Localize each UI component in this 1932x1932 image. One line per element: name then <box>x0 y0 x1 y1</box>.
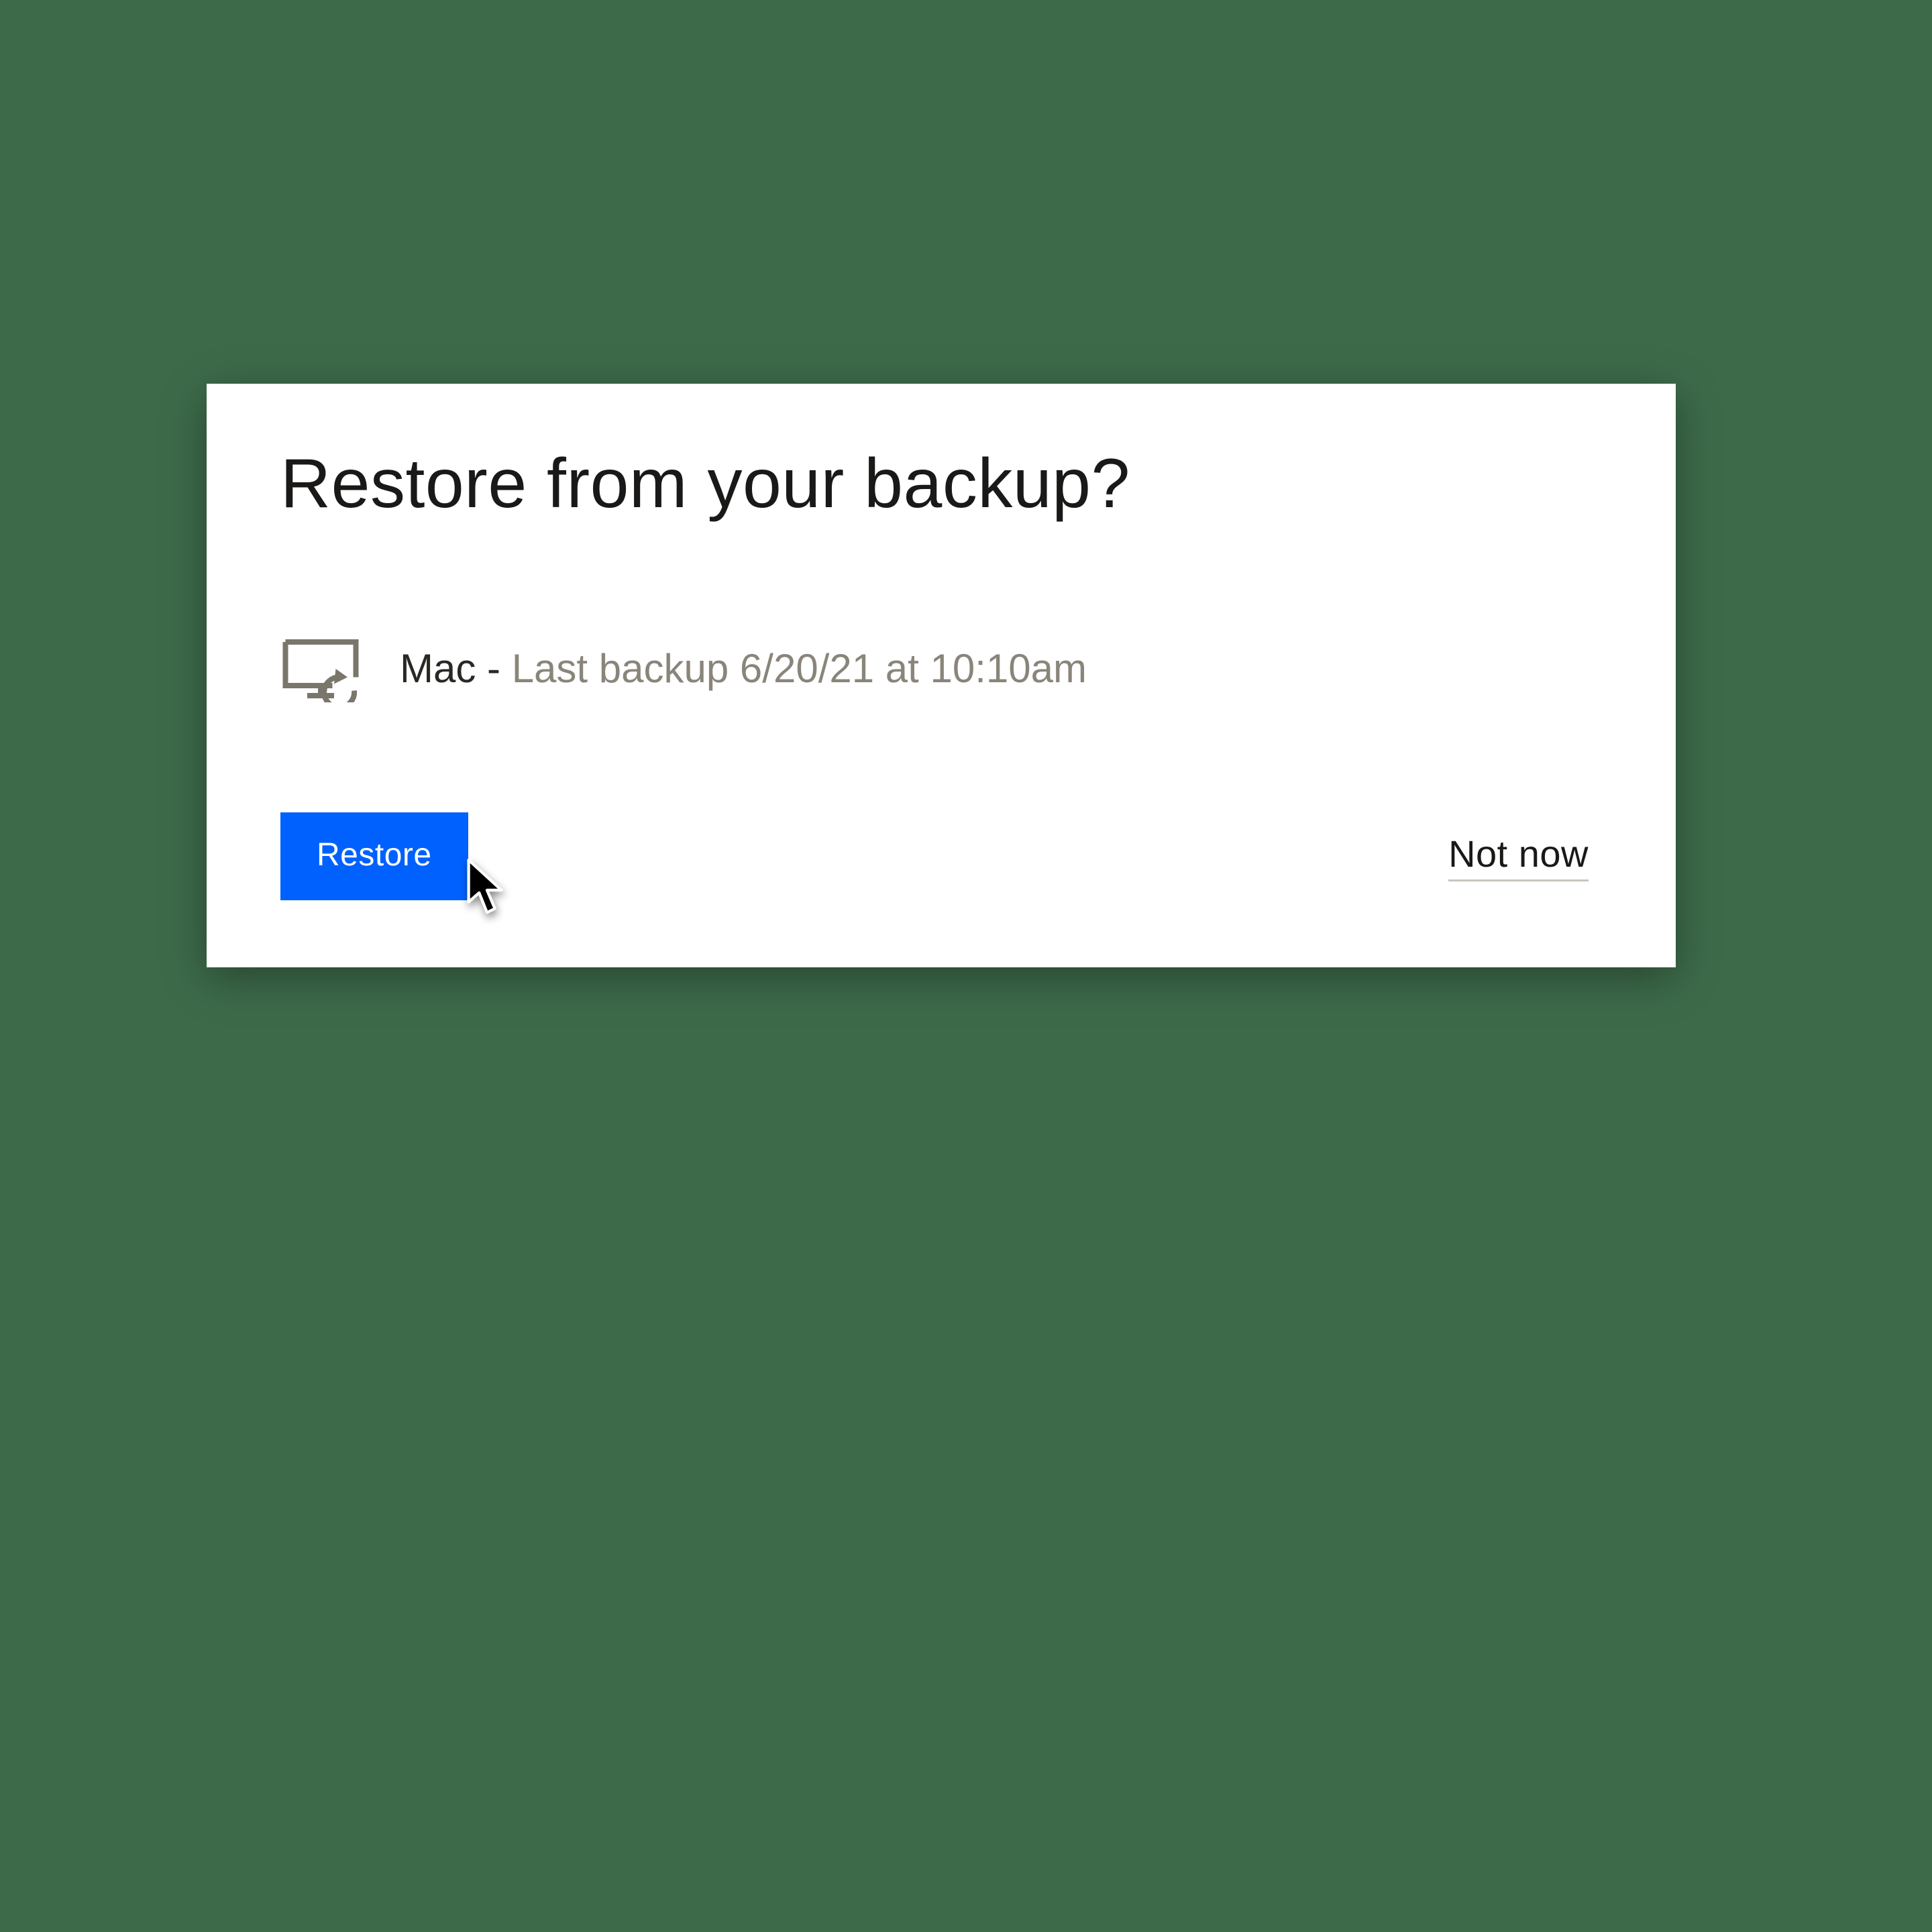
device-separator: - <box>476 646 511 691</box>
not-now-link[interactable]: Not now <box>1448 832 1589 881</box>
backup-device-text: Mac - Last backup 6/20/21 at 10:10am <box>400 649 1087 689</box>
device-last-backup: Last backup 6/20/21 at 10:10am <box>512 646 1087 691</box>
restore-dialog: Restore from your backup? Mac - Last bac… <box>207 384 1676 967</box>
dialog-actions: Restore Not now <box>280 812 1589 900</box>
restore-button[interactable]: Restore <box>280 812 468 900</box>
backup-device-row: Mac - Last backup 6/20/21 at 10:10am <box>280 639 1087 699</box>
device-name: Mac <box>400 646 476 691</box>
dialog-title: Restore from your backup? <box>280 444 1130 524</box>
monitor-restore-icon <box>280 639 361 699</box>
